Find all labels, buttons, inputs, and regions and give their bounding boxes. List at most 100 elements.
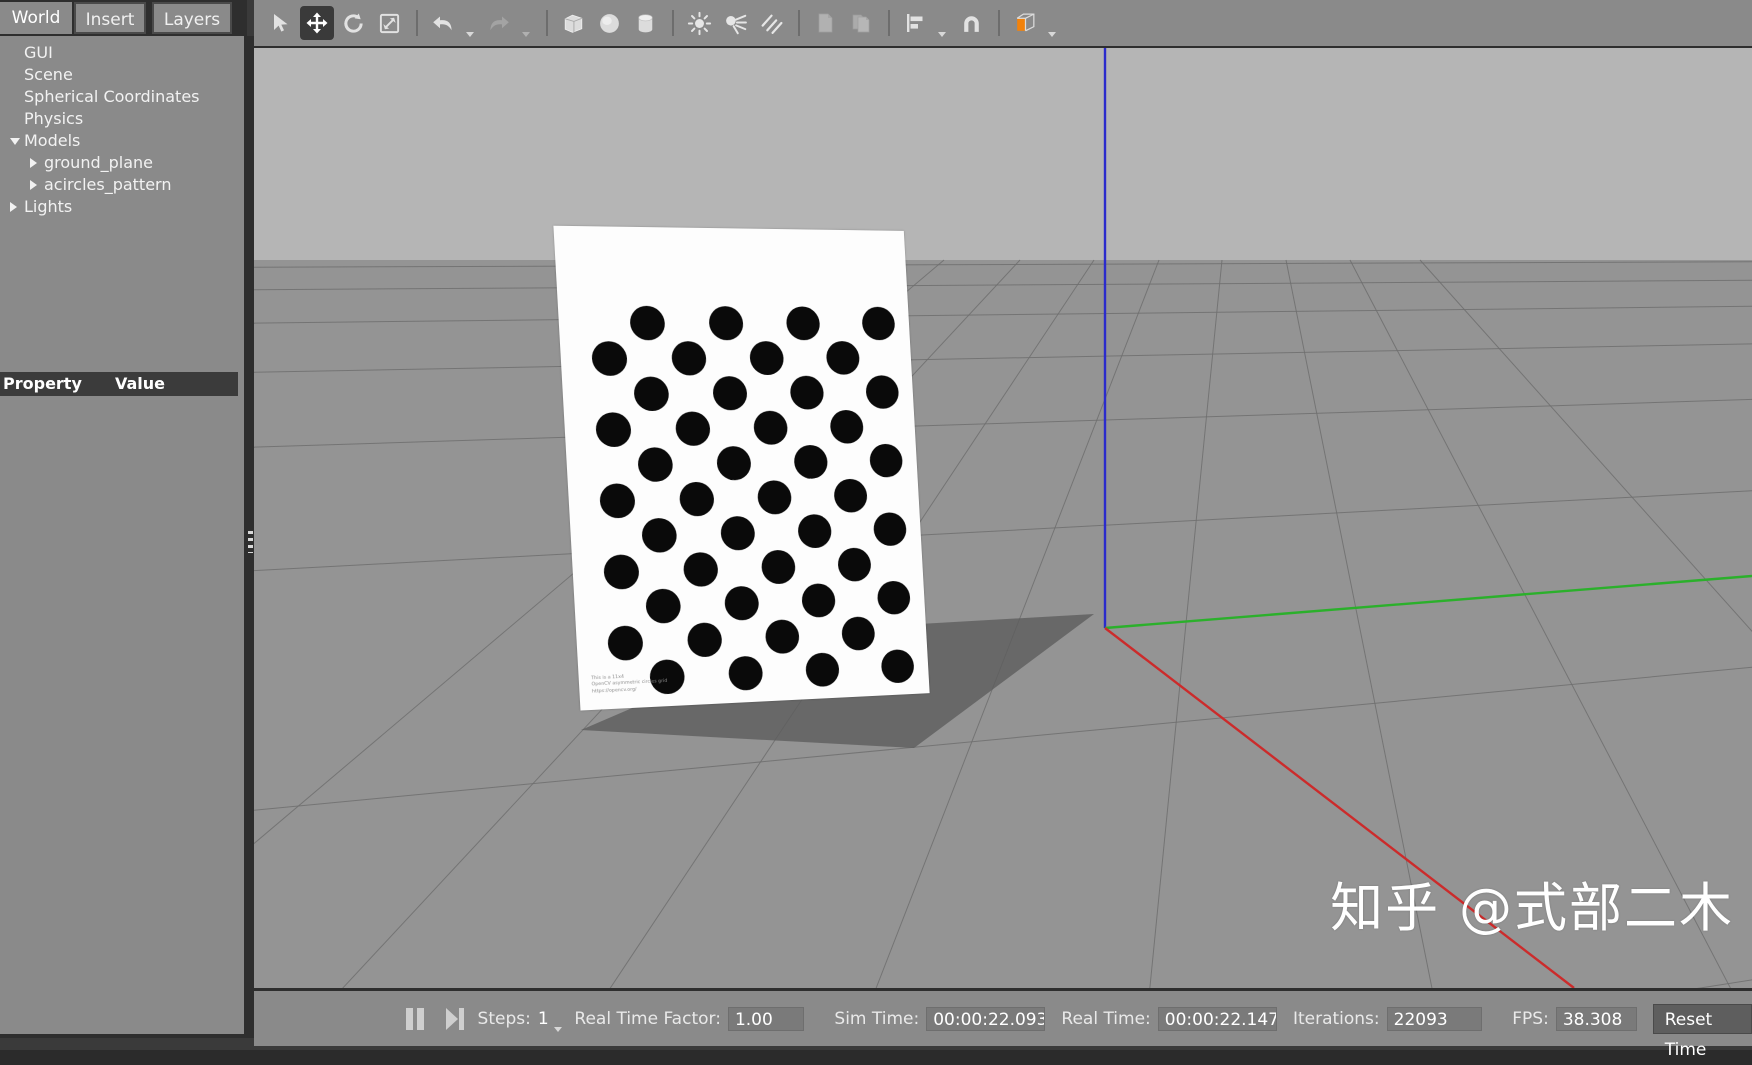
fps-label: FPS: <box>1512 1008 1549 1029</box>
calibration-dot <box>602 554 640 590</box>
status-bar: Steps: 1 Real Time Factor: 1.00 Sim Time… <box>254 988 1752 1060</box>
steps-label: Steps: <box>477 1008 531 1029</box>
tree-item-scene-label: Scene <box>24 65 73 84</box>
chevron-right-icon[interactable] <box>30 180 37 190</box>
calibration-dot <box>793 444 829 480</box>
view-dropdown-icon[interactable] <box>1044 3 1060 44</box>
redo-icon[interactable] <box>482 6 516 40</box>
tree-item-gui-label: GUI <box>24 43 53 62</box>
select-arrow-icon[interactable] <box>264 6 298 40</box>
iterations-label: Iterations: <box>1292 1008 1380 1029</box>
calibration-dot <box>833 478 868 513</box>
step-button[interactable] <box>445 1007 464 1030</box>
paste-icon[interactable] <box>844 6 878 40</box>
calibration-dot <box>797 513 833 549</box>
calibration-dot <box>801 583 837 618</box>
toolbar-separator <box>416 10 418 36</box>
reset-time-button[interactable]: Reset Time <box>1652 1003 1752 1060</box>
property-table-body[interactable] <box>0 396 244 1034</box>
real-time-factor-label: Real Time Factor: <box>574 1008 721 1029</box>
real-time-factor-value: 1.00 <box>727 1006 805 1031</box>
calibration-dot <box>880 648 915 684</box>
sphere-icon[interactable] <box>592 6 626 40</box>
align-icon[interactable] <box>898 6 932 40</box>
cylinder-icon[interactable] <box>628 6 662 40</box>
tab-world[interactable]: World <box>0 2 72 34</box>
chevron-right-icon[interactable] <box>10 202 17 212</box>
box-icon[interactable] <box>556 6 590 40</box>
calibration-dot <box>872 512 908 547</box>
point-light-icon[interactable] <box>682 6 716 40</box>
undo-dropdown-icon[interactable] <box>462 3 478 44</box>
tree-item-physics[interactable]: Physics <box>0 108 244 130</box>
calibration-dot <box>804 652 840 688</box>
real-time-label: Real Time: <box>1061 1008 1151 1029</box>
acircles-calibration-board[interactable]: This is a 11x4 OpenCV asymmetric circles… <box>553 225 930 711</box>
steps-dropdown-icon[interactable] <box>552 998 565 1039</box>
calibration-dot <box>876 580 911 615</box>
property-column-header: Property <box>3 374 82 393</box>
pause-button[interactable] <box>406 1007 424 1030</box>
world-tree: GUI Scene Spherical Coordinates Physics … <box>0 36 244 366</box>
calibration-dot <box>716 445 752 481</box>
tab-layers[interactable]: Layers <box>152 2 232 34</box>
toolbar-separator <box>888 10 890 36</box>
tab-insert-label: Insert <box>85 10 135 30</box>
calibration-dot <box>670 341 708 376</box>
tree-item-models-label: Models <box>24 131 81 150</box>
snap-icon[interactable] <box>954 6 988 40</box>
toolbar-separator <box>546 10 548 36</box>
rotate-icon[interactable] <box>336 6 370 40</box>
calibration-dot <box>595 412 632 448</box>
calibration-dot <box>641 517 678 553</box>
chevron-down-icon[interactable] <box>10 138 20 145</box>
calibration-dot <box>712 376 748 411</box>
calibration-dot <box>829 409 865 444</box>
calibration-dot <box>865 375 900 409</box>
calibration-dot <box>868 443 904 478</box>
calibration-dot <box>837 547 872 582</box>
tree-item-scene[interactable]: Scene <box>0 64 244 86</box>
calibration-dot <box>764 619 800 655</box>
tree-item-acircles-pattern[interactable]: acircles_pattern <box>0 174 244 196</box>
calibration-dot <box>840 616 876 651</box>
3d-viewport[interactable]: This is a 11x4 OpenCV asymmetric circles… <box>254 48 1752 988</box>
undo-icon[interactable] <box>426 6 460 40</box>
tree-item-ground-plane[interactable]: ground_plane <box>0 152 244 174</box>
tab-world-label: World <box>11 8 61 28</box>
scale-icon[interactable] <box>372 6 406 40</box>
calibration-dot <box>645 588 682 624</box>
board-caption: This is a 11x4 OpenCV asymmetric circles… <box>591 667 794 696</box>
tree-item-ground-plane-label: ground_plane <box>44 153 153 172</box>
tree-item-spherical-coordinates[interactable]: Spherical Coordinates <box>0 86 244 108</box>
real-time-value: 00:00:22.147 <box>1157 1006 1277 1031</box>
redo-dropdown-icon[interactable] <box>518 3 534 44</box>
panel-tab-bar: World Insert Layers <box>0 0 244 36</box>
calibration-dot <box>598 483 636 519</box>
calibration-dot <box>785 306 821 341</box>
directional-light-icon[interactable] <box>754 6 788 40</box>
sim-time-label: Sim Time: <box>834 1008 920 1029</box>
calibration-dot <box>719 515 756 551</box>
property-table-header: Property Value <box>0 372 238 396</box>
translate-icon[interactable] <box>300 6 334 40</box>
align-dropdown-icon[interactable] <box>934 3 950 44</box>
splitter-grip-icon <box>248 531 253 553</box>
copy-icon[interactable] <box>808 6 842 40</box>
gazebo-window: World Insert Layers GUI Scene Spherical … <box>0 0 1752 1060</box>
calibration-dot <box>760 549 797 585</box>
chevron-right-icon[interactable] <box>30 158 37 168</box>
calibration-dot <box>723 585 760 621</box>
vertical-splitter[interactable] <box>247 36 254 1038</box>
tab-layers-label: Layers <box>163 10 221 30</box>
tab-insert[interactable]: Insert <box>74 2 146 34</box>
tree-item-models[interactable]: Models <box>0 130 244 152</box>
spot-light-icon[interactable] <box>718 6 752 40</box>
view-transparency-icon[interactable] <box>1008 6 1042 40</box>
calibration-dot <box>789 375 825 410</box>
calibration-dot <box>606 625 644 662</box>
tree-item-lights[interactable]: Lights <box>0 196 244 218</box>
fps-value: 38.308 <box>1555 1006 1637 1031</box>
toolbar-separator <box>672 10 674 36</box>
tree-item-gui[interactable]: GUI <box>0 42 244 64</box>
